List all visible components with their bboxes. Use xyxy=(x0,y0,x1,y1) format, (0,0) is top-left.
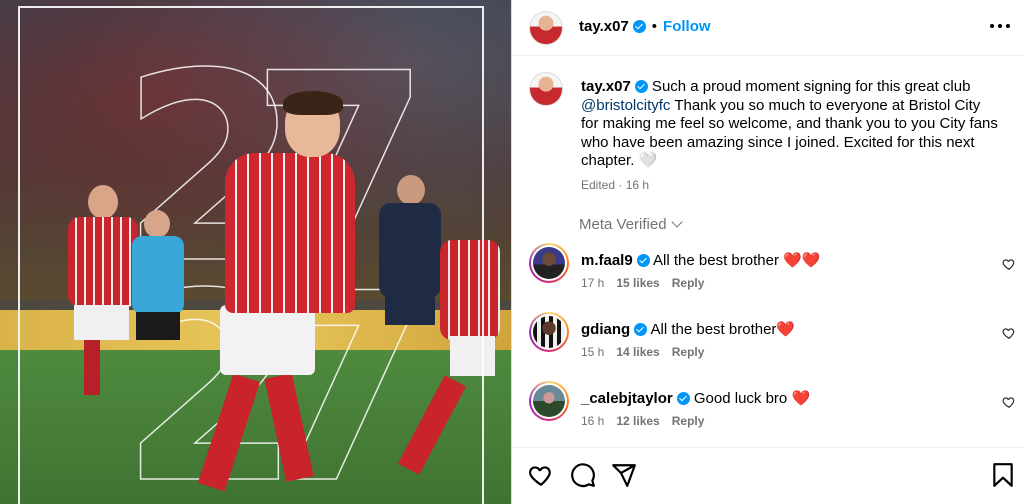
comment-time: 15 h xyxy=(581,345,605,359)
comment-meta: 16 h 12 likes Reply xyxy=(581,414,704,428)
comment-likes[interactable]: 12 likes xyxy=(616,414,659,428)
separator-dot: • xyxy=(651,18,658,35)
comment-username[interactable]: m.faal9 xyxy=(581,252,633,269)
reply-button[interactable]: Reply xyxy=(672,414,705,428)
caption-avatar[interactable] xyxy=(529,72,563,106)
comment-line: m.faal9 All the best brother ❤️❤️ xyxy=(581,251,820,269)
comment-icon[interactable] xyxy=(570,462,596,488)
caption-body-1: Such a proud moment signing for this gre… xyxy=(647,78,971,95)
verified-badge-icon xyxy=(634,80,648,93)
heart-emoji: ❤️ xyxy=(776,321,796,338)
author-line: tay.x07 • Follow xyxy=(579,18,711,35)
comment-likes[interactable]: 14 likes xyxy=(616,345,659,359)
like-comment-heart-icon[interactable] xyxy=(1002,257,1016,271)
meta-verified-label: Meta Verified xyxy=(579,216,667,233)
comment-time: 16 h xyxy=(581,414,605,428)
comment-likes[interactable]: 15 likes xyxy=(616,276,659,290)
comment-text: Good luck bro xyxy=(693,390,792,407)
comment-meta: 15 h 14 likes Reply xyxy=(581,345,704,359)
verified-badge-icon xyxy=(634,323,648,336)
comment-item: m.faal9 All the best brother ❤️❤️ 17 h 15… xyxy=(529,243,1024,293)
caption-username[interactable]: tay.x07 xyxy=(581,78,631,95)
verified-badge-icon xyxy=(636,254,650,267)
comment-item: gdiang All the best brother❤️ 15 h 14 lik… xyxy=(529,312,1024,362)
post-header: tay.x07 • Follow xyxy=(512,0,1024,56)
heart-emoji: ❤️ xyxy=(791,390,811,407)
caption-text: tay.x07 Such a proud moment signing for … xyxy=(581,78,1001,171)
action-bar xyxy=(512,447,1024,504)
verified-badge-icon xyxy=(632,20,646,33)
author-avatar[interactable] xyxy=(529,11,563,45)
comment-avatar[interactable] xyxy=(529,243,569,283)
verified-badge-icon xyxy=(676,392,690,405)
reply-button[interactable]: Reply xyxy=(672,345,705,359)
comment-item: _calebjtaylor Good luck bro ❤️ 16 h 12 li… xyxy=(529,381,1024,431)
bookmark-icon[interactable] xyxy=(990,462,1016,488)
comment-username[interactable]: gdiang xyxy=(581,321,630,338)
graphic-frame xyxy=(18,6,484,504)
post-panel: tay.x07 • Follow tay.x07 Such a proud mome… xyxy=(512,0,1024,504)
comment-line: gdiang All the best brother❤️ xyxy=(581,320,795,338)
reply-button[interactable]: Reply xyxy=(672,276,705,290)
meta-verified-filter[interactable]: Meta Verified xyxy=(579,216,683,233)
caption-meta: Edited · 16 h xyxy=(581,178,650,192)
like-comment-heart-icon[interactable] xyxy=(1002,395,1016,409)
post-image[interactable]: 2 7 2 7 xyxy=(0,0,511,504)
follow-button[interactable]: Follow xyxy=(663,18,711,35)
mention-link[interactable]: @bristolcityfc xyxy=(581,97,670,114)
heart-icon[interactable] xyxy=(528,462,554,488)
comment-text: All the best brother xyxy=(650,321,777,338)
comment-text: All the best brother xyxy=(653,252,784,269)
like-comment-heart-icon[interactable] xyxy=(1002,326,1016,340)
heart-emoji: ❤️❤️ xyxy=(783,252,821,269)
more-icon[interactable] xyxy=(990,24,1010,30)
comment-line: _calebjtaylor Good luck bro ❤️ xyxy=(581,389,810,407)
comment-avatar[interactable] xyxy=(529,381,569,421)
chevron-down-icon xyxy=(670,216,683,228)
comment-username[interactable]: _calebjtaylor xyxy=(581,390,673,407)
comment-time: 17 h xyxy=(581,276,605,290)
white-heart-emoji: 🤍 xyxy=(638,152,658,170)
comment-avatar[interactable] xyxy=(529,312,569,352)
share-icon[interactable] xyxy=(611,462,637,488)
author-username[interactable]: tay.x07 xyxy=(579,18,629,35)
comment-meta: 17 h 15 likes Reply xyxy=(581,276,704,290)
